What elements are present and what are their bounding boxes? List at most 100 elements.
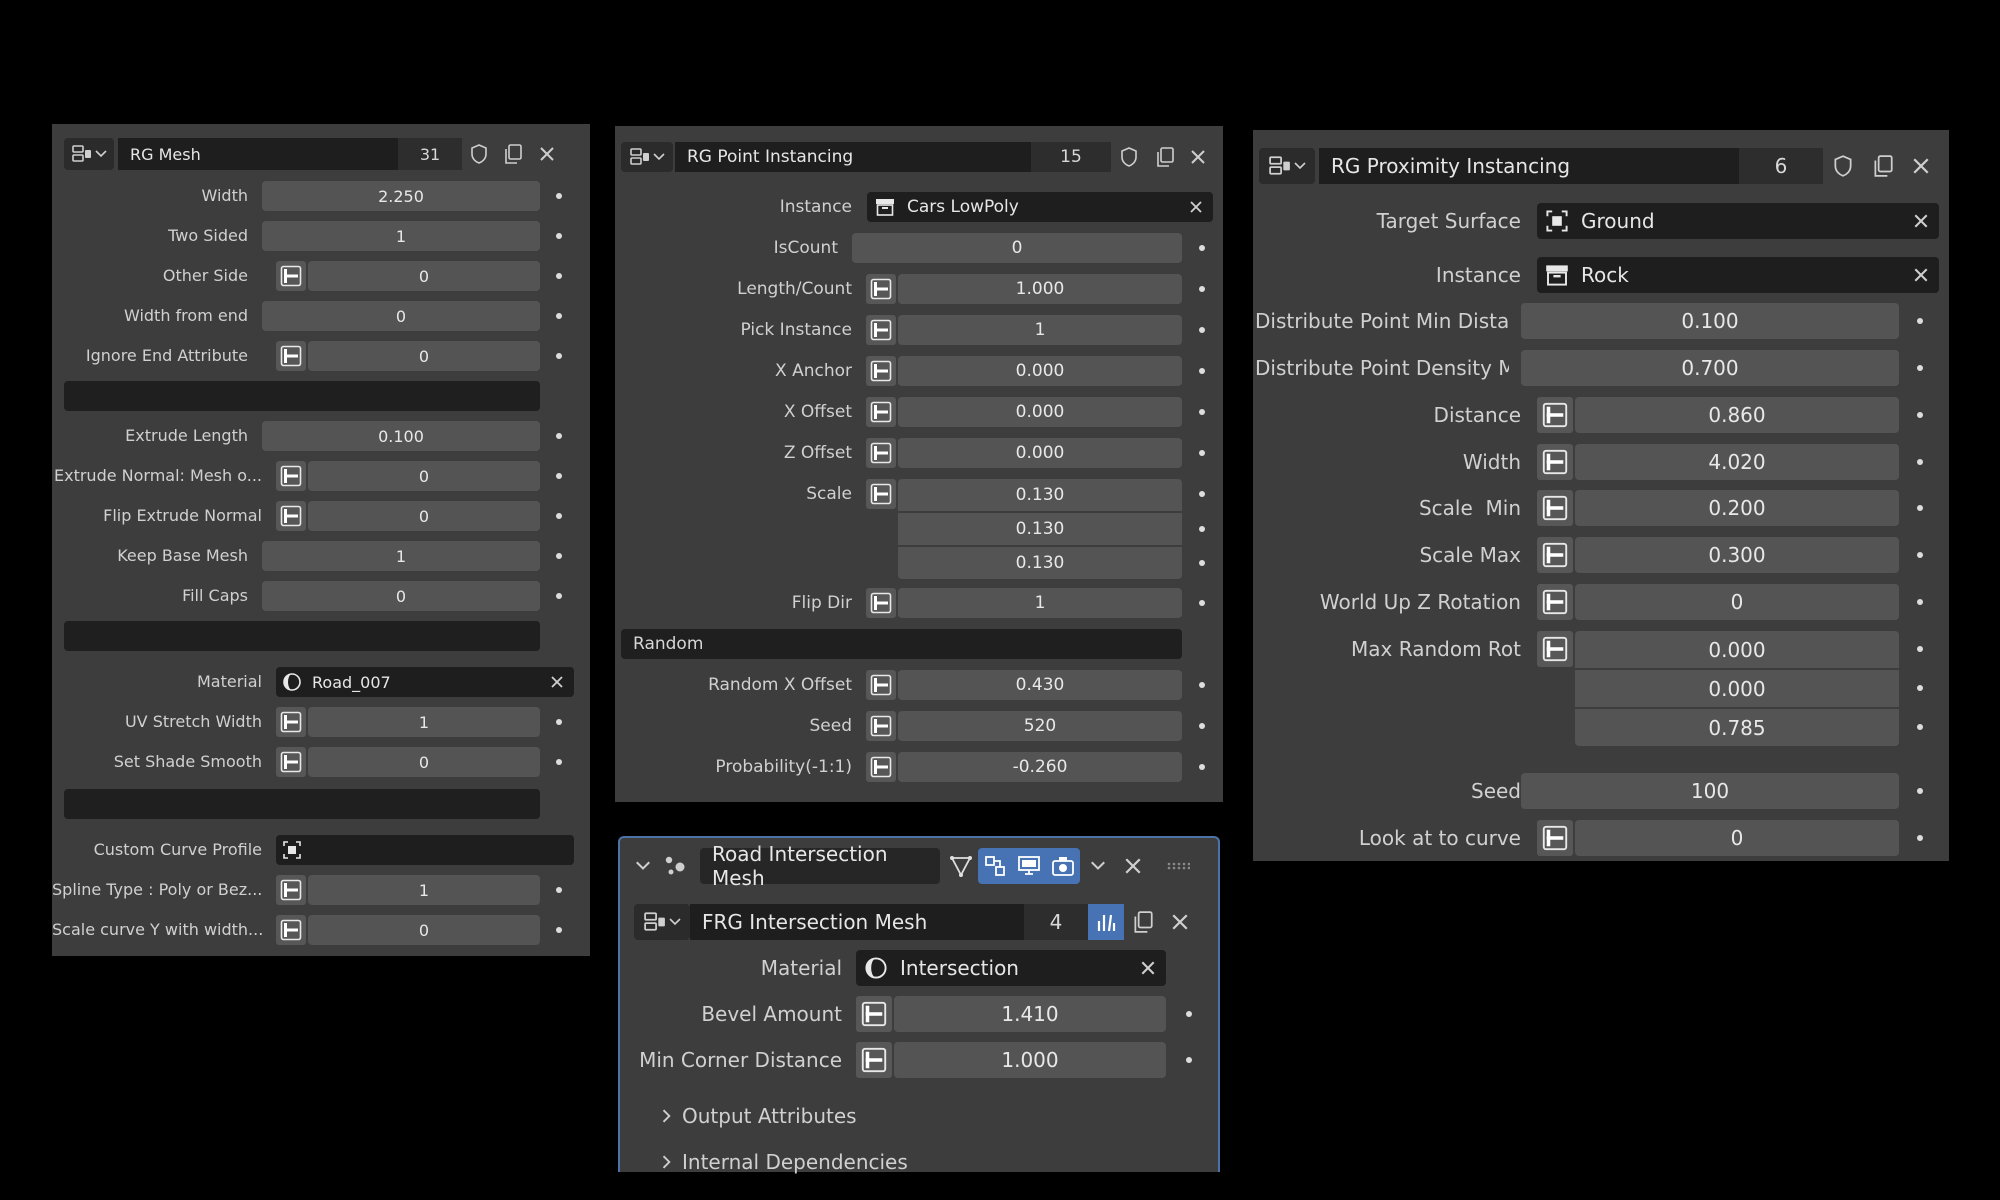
length-count-field[interactable]: 1.000 — [898, 274, 1182, 304]
attribute-toggle-button[interactable] — [866, 752, 896, 782]
node-group-type-dropdown[interactable] — [1259, 148, 1315, 184]
attribute-toggle-button[interactable] — [866, 315, 896, 345]
unlink-button[interactable] — [1183, 142, 1213, 172]
keyframe-dot[interactable] — [1199, 450, 1205, 456]
probability-field[interactable]: -0.260 — [898, 752, 1182, 782]
attribute-toggle-button[interactable] — [276, 915, 306, 945]
keyframe-dot[interactable] — [1199, 286, 1205, 292]
keyframe-dot[interactable] — [556, 887, 562, 893]
custom-curve-profile-field[interactable] — [276, 835, 574, 865]
keyframe-dot[interactable] — [1917, 459, 1923, 465]
attribute-toggle-button[interactable] — [866, 274, 896, 304]
keyframe-dot[interactable] — [556, 927, 562, 933]
keyframe-dot[interactable] — [1199, 526, 1205, 532]
keyframe-dot[interactable] — [1186, 1057, 1192, 1063]
keyframe-dot[interactable] — [556, 513, 562, 519]
keyframe-dot[interactable] — [1186, 1011, 1192, 1017]
subpanel-output-attributes[interactable]: Output Attributes — [620, 1098, 1218, 1134]
scale-max-field[interactable]: 0.300 — [1575, 537, 1899, 573]
min-corner-distance-field[interactable]: 1.000 — [894, 1042, 1166, 1078]
node-group-name-field[interactable]: RG Proximity Instancing — [1319, 148, 1739, 184]
ignore-end-attribute-field[interactable]: 0 — [308, 341, 540, 371]
attribute-toggle-button[interactable] — [866, 356, 896, 386]
attribute-toggle-button[interactable] — [866, 670, 896, 700]
distance-field[interactable]: 0.860 — [1575, 397, 1899, 433]
attribute-toggle-button[interactable] — [1537, 820, 1573, 856]
duplicate-button[interactable] — [1147, 142, 1183, 172]
close-icon[interactable] — [1913, 267, 1929, 283]
keyframe-dot[interactable] — [1199, 682, 1205, 688]
close-icon[interactable] — [1189, 200, 1203, 214]
keyframe-dot[interactable] — [1917, 599, 1923, 605]
other-side-field[interactable]: 0 — [308, 261, 540, 291]
unlink-button[interactable] — [1162, 904, 1198, 940]
attribute-toggle-button[interactable] — [1537, 444, 1573, 480]
uv-stretch-width-field[interactable]: 1 — [308, 707, 540, 737]
attribute-toggle-button[interactable] — [866, 711, 896, 741]
collapse-button[interactable] — [628, 848, 658, 884]
attribute-toggle-button[interactable] — [1537, 631, 1573, 667]
width-field[interactable]: 4.020 — [1575, 444, 1899, 480]
duplicate-button[interactable] — [1863, 148, 1903, 184]
dist-point-density-field[interactable]: 0.700 — [1521, 350, 1899, 386]
keyframe-dot[interactable] — [556, 553, 562, 559]
world-up-z-field[interactable]: 0 — [1575, 584, 1899, 620]
unlink-button[interactable] — [1903, 148, 1939, 184]
fake-user-button[interactable] — [1111, 142, 1147, 172]
keyframe-dot[interactable] — [1917, 365, 1923, 371]
keyframe-dot[interactable] — [556, 593, 562, 599]
realtime-toggle[interactable] — [1012, 848, 1046, 884]
unlink-button[interactable] — [530, 138, 564, 170]
node-group-name-field[interactable]: RG Point Instancing — [675, 142, 1031, 172]
keyframe-dot[interactable] — [1199, 491, 1205, 497]
material-field[interactable]: Road_007 — [276, 667, 574, 697]
look-at-curve-field[interactable]: 0 — [1575, 820, 1899, 856]
extrude-length-field[interactable]: 0.100 — [262, 421, 540, 451]
scale-z-field[interactable]: 0.130 — [898, 547, 1182, 579]
scale-y-field[interactable]: 0.130 — [898, 513, 1182, 545]
keyframe-dot[interactable] — [1917, 835, 1923, 841]
edit-mode-toggle[interactable] — [944, 848, 978, 884]
keyframe-dot[interactable] — [1917, 505, 1923, 511]
flip-dir-field[interactable]: 1 — [898, 588, 1182, 618]
close-icon[interactable] — [550, 675, 564, 689]
attribute-toggle-button[interactable] — [1537, 490, 1573, 526]
attribute-toggle-button[interactable] — [276, 261, 306, 291]
keyframe-dot[interactable] — [1917, 685, 1923, 691]
keyframe-dot[interactable] — [556, 353, 562, 359]
seed-field[interactable]: 100 — [1521, 773, 1899, 809]
keyframe-dot[interactable] — [556, 233, 562, 239]
target-surface-field[interactable]: Ground — [1537, 203, 1939, 239]
extrude-normal-field[interactable]: 0 — [308, 461, 540, 491]
keyframe-dot[interactable] — [556, 473, 562, 479]
width-field[interactable]: 2.250 — [262, 181, 540, 211]
material-field[interactable]: Intersection — [856, 950, 1166, 986]
set-shade-smooth-field[interactable]: 0 — [308, 747, 540, 777]
attribute-toggle-button[interactable] — [276, 707, 306, 737]
attribute-toggle-button[interactable] — [856, 1042, 892, 1078]
scale-x-field[interactable]: 0.130 — [898, 479, 1182, 511]
keyframe-dot[interactable] — [1199, 327, 1205, 333]
keyframe-dot[interactable] — [1199, 764, 1205, 770]
attribute-toggle-button[interactable] — [276, 501, 306, 531]
flip-extrude-normal-field[interactable]: 0 — [308, 501, 540, 531]
fill-caps-field[interactable]: 0 — [262, 581, 540, 611]
pick-instance-field[interactable]: 1 — [898, 315, 1182, 345]
keyframe-dot[interactable] — [556, 433, 562, 439]
attribute-toggle-button[interactable] — [1537, 537, 1573, 573]
duplicate-button[interactable] — [1124, 904, 1162, 940]
keyframe-dot[interactable] — [556, 193, 562, 199]
keyframe-dot[interactable] — [1917, 646, 1923, 652]
bevel-amount-field[interactable]: 1.410 — [894, 996, 1166, 1032]
attribute-toggle-button[interactable] — [1537, 584, 1573, 620]
instance-field[interactable]: Rock — [1537, 257, 1939, 293]
keyframe-dot[interactable] — [1917, 318, 1923, 324]
scale-curve-y-field[interactable]: 0 — [308, 915, 540, 945]
keyframe-dot[interactable] — [1199, 560, 1205, 566]
two-sided-field[interactable]: 1 — [262, 221, 540, 251]
on-cage-toggle[interactable] — [978, 848, 1012, 884]
keyframe-dot[interactable] — [1917, 552, 1923, 558]
keyframe-dot[interactable] — [1917, 412, 1923, 418]
node-group-type-dropdown[interactable] — [634, 904, 690, 940]
random-section-header[interactable]: Random — [621, 629, 1182, 659]
